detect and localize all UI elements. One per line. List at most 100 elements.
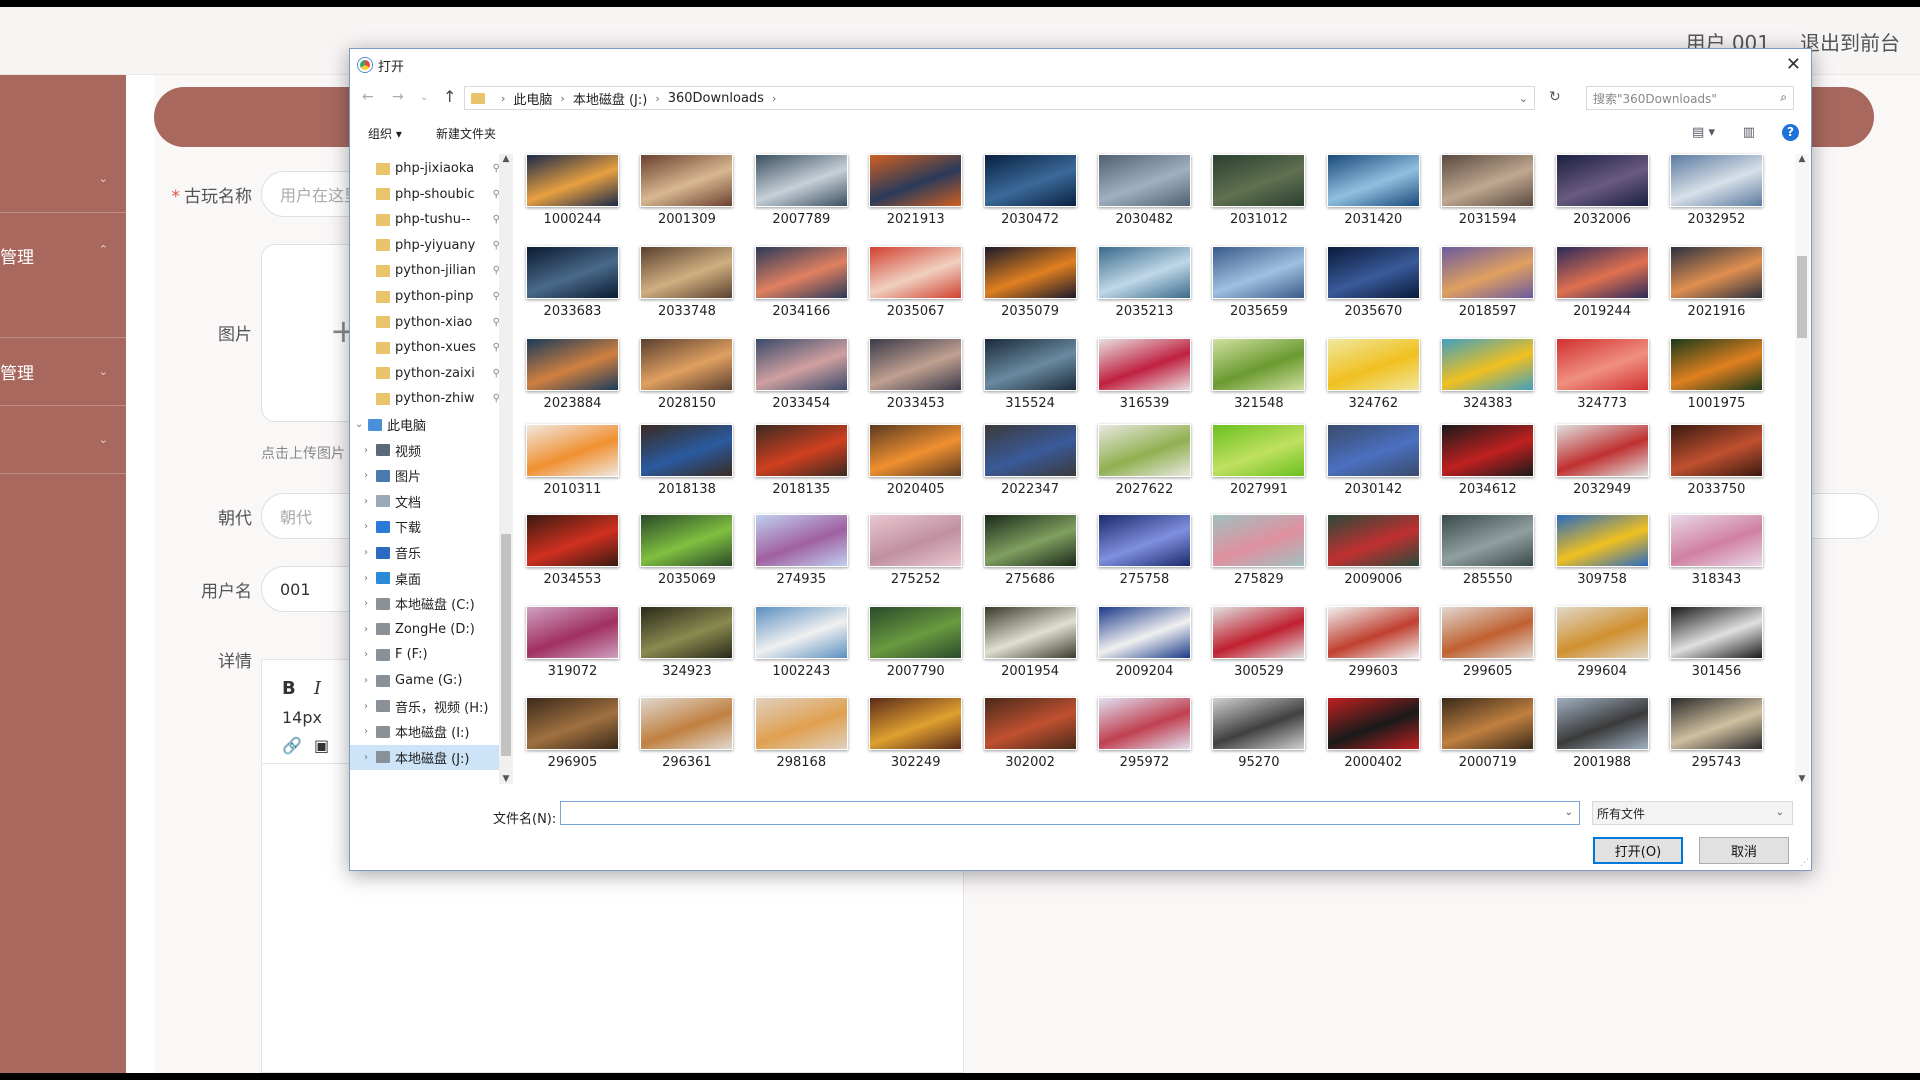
- tree-item[interactable]: php-jixiaoka ⚲: [350, 156, 500, 181]
- file-tile[interactable]: 2031420: [1326, 154, 1420, 227]
- bold-button[interactable]: B: [282, 678, 296, 699]
- file-tile[interactable]: 299605: [1441, 606, 1535, 679]
- file-tile[interactable]: 321548: [1212, 338, 1306, 411]
- file-tile[interactable]: 324773: [1555, 338, 1649, 411]
- file-tile[interactable]: 2020405: [869, 424, 963, 497]
- file-tile[interactable]: 2019244: [1555, 246, 1649, 319]
- tree-item[interactable]: › F (F:): [350, 642, 500, 667]
- file-tile[interactable]: 1000244: [526, 154, 619, 227]
- file-tile[interactable]: 2035670: [1326, 246, 1420, 319]
- file-tile[interactable]: 324383: [1441, 338, 1535, 411]
- sidebar-item-2[interactable]: 管理 ⌃: [0, 213, 126, 338]
- search-icon[interactable]: ⌕: [1780, 90, 1787, 105]
- file-tile[interactable]: 2032952: [1670, 154, 1763, 227]
- file-tile[interactable]: 2032949: [1555, 424, 1649, 497]
- tree-item[interactable]: python-jilian ⚲: [350, 258, 500, 283]
- chevron-right-icon[interactable]: ›: [364, 726, 368, 737]
- file-tile[interactable]: 299604: [1555, 606, 1649, 679]
- file-tile[interactable]: 2007790: [869, 606, 963, 679]
- preview-pane-icon[interactable]: ▥: [1743, 125, 1755, 140]
- file-tile[interactable]: 2033750: [1670, 424, 1763, 497]
- tree-item[interactable]: python-pinp ⚲: [350, 284, 500, 309]
- organize-button[interactable]: 组织 ▾: [368, 125, 402, 142]
- tree-item[interactable]: › 本地磁盘 (C:): [350, 591, 500, 616]
- scroll-down-icon[interactable]: ▼: [499, 774, 513, 784]
- file-tile[interactable]: 2032006: [1555, 154, 1649, 227]
- files-scrollbar[interactable]: ▲ ▼: [1795, 154, 1809, 784]
- file-tile[interactable]: 2033453: [869, 338, 963, 411]
- tree-item[interactable]: python-xiao ⚲: [350, 310, 500, 335]
- tree-item[interactable]: › 视频: [350, 438, 500, 463]
- breadcrumb-separator-icon[interactable]: ›: [772, 92, 776, 105]
- chevron-right-icon[interactable]: ›: [364, 445, 368, 456]
- file-tile[interactable]: 2027991: [1212, 424, 1306, 497]
- chevron-right-icon[interactable]: ›: [364, 470, 368, 481]
- breadcrumb-item[interactable]: 本地磁盘 (J:): [573, 89, 648, 108]
- file-tile[interactable]: 2018597: [1441, 246, 1535, 319]
- file-tile[interactable]: 298168: [754, 697, 848, 770]
- search-input[interactable]: 搜索"360Downloads" ⌕: [1586, 86, 1794, 110]
- refresh-icon[interactable]: ↻: [1549, 89, 1561, 105]
- breadcrumb-separator-icon[interactable]: ›: [501, 92, 505, 105]
- chevron-right-icon[interactable]: ›: [364, 521, 368, 532]
- file-tile[interactable]: 275829: [1212, 514, 1306, 587]
- scroll-down-icon[interactable]: ▼: [1795, 774, 1809, 784]
- file-tile[interactable]: 2031594: [1441, 154, 1535, 227]
- scroll-thumb[interactable]: [1797, 256, 1807, 338]
- scroll-thumb[interactable]: [501, 534, 511, 756]
- scroll-up-icon[interactable]: ▲: [1795, 154, 1809, 164]
- tree-item[interactable]: › 下载: [350, 514, 500, 539]
- chevron-right-icon[interactable]: ›: [364, 701, 368, 712]
- filename-input[interactable]: ⌄: [560, 801, 1580, 825]
- file-tile[interactable]: 302249: [869, 697, 963, 770]
- file-tile[interactable]: 2021913: [869, 154, 963, 227]
- breadcrumb-item[interactable]: 360Downloads: [668, 91, 764, 106]
- file-tile[interactable]: 2000719: [1441, 697, 1535, 770]
- file-tile[interactable]: 2035067: [869, 246, 963, 319]
- address-bar[interactable]: › 此电脑 › 本地磁盘 (J:) › 360Downloads › ⌄: [464, 86, 1535, 110]
- chevron-right-icon[interactable]: ›: [364, 573, 368, 584]
- chevron-right-icon[interactable]: ›: [364, 598, 368, 609]
- file-tile[interactable]: 2028150: [640, 338, 734, 411]
- file-tile[interactable]: 2034166: [754, 246, 848, 319]
- file-tile[interactable]: 316539: [1098, 338, 1191, 411]
- resize-grip-icon[interactable]: ⋰: [1800, 858, 1809, 868]
- file-tile[interactable]: 2035213: [1098, 246, 1191, 319]
- chevron-right-icon[interactable]: ›: [364, 624, 368, 635]
- file-tile[interactable]: 300529: [1212, 606, 1306, 679]
- back-icon[interactable]: ←: [362, 89, 374, 105]
- help-icon[interactable]: ?: [1782, 124, 1799, 141]
- file-tile[interactable]: 2033454: [754, 338, 848, 411]
- tree-item[interactable]: python-xues ⚲: [350, 335, 500, 360]
- link-icon[interactable]: 🔗: [282, 736, 302, 755]
- file-tile[interactable]: 2030482: [1098, 154, 1191, 227]
- breadcrumb-separator-icon[interactable]: ›: [560, 92, 564, 105]
- file-tile[interactable]: 299603: [1326, 606, 1420, 679]
- chevron-down-icon[interactable]: ⌄: [355, 419, 363, 430]
- file-tile[interactable]: 302002: [983, 697, 1077, 770]
- tree-item[interactable]: php-tushu-- ⚲: [350, 207, 500, 232]
- filetype-select[interactable]: 所有文件 ⌄: [1592, 801, 1793, 825]
- tree-item[interactable]: › 文档: [350, 489, 500, 514]
- tree-item[interactable]: › 图片: [350, 463, 500, 488]
- file-tile[interactable]: 2018135: [754, 424, 848, 497]
- file-tile[interactable]: 2027622: [1098, 424, 1191, 497]
- up-icon[interactable]: ↑: [443, 87, 456, 106]
- file-tile[interactable]: 2034612: [1441, 424, 1535, 497]
- chevron-down-icon[interactable]: ⌄: [1565, 807, 1573, 818]
- file-tile[interactable]: 2030472: [983, 154, 1077, 227]
- file-tile[interactable]: 274935: [754, 514, 848, 587]
- file-tile[interactable]: 2021916: [1670, 246, 1763, 319]
- file-tile[interactable]: 2007789: [754, 154, 848, 227]
- file-tile[interactable]: 275686: [983, 514, 1077, 587]
- new-folder-button[interactable]: 新建文件夹: [436, 125, 496, 142]
- tree-item[interactable]: python-zhiw ⚲: [350, 386, 500, 411]
- tree-item[interactable]: python-zaixi ⚲: [350, 361, 500, 386]
- file-tile[interactable]: 301456: [1670, 606, 1763, 679]
- file-tile[interactable]: 2035079: [983, 246, 1077, 319]
- file-tile[interactable]: 318343: [1670, 514, 1763, 587]
- file-tile[interactable]: 2023884: [526, 338, 619, 411]
- tree-item[interactable]: › 音乐: [350, 540, 500, 565]
- sidebar-item-4[interactable]: ⌄: [0, 406, 126, 474]
- tree-item[interactable]: › 本地磁盘 (J:): [350, 744, 500, 770]
